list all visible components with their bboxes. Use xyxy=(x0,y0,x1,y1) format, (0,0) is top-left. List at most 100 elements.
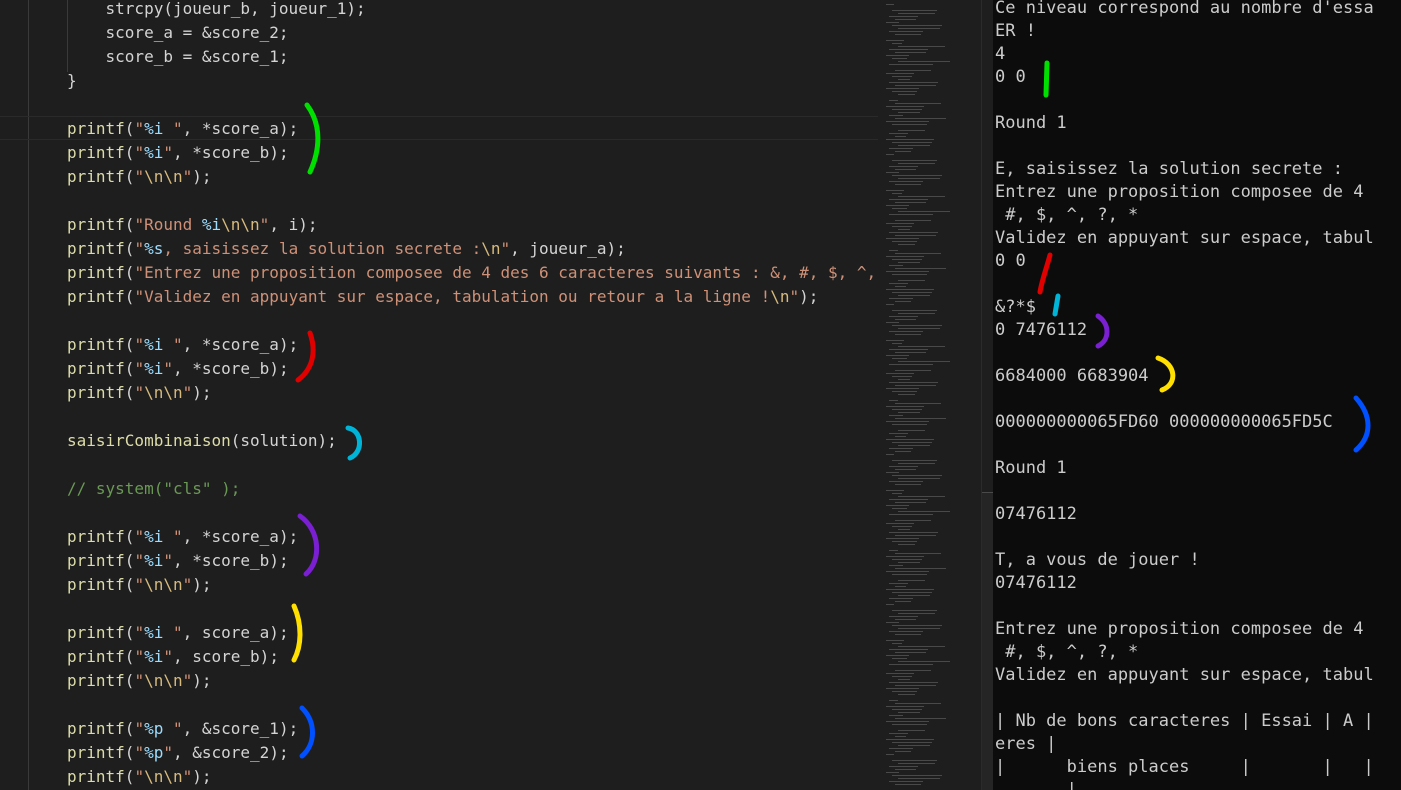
code-line: strcpy(joueur_b, joueur_1); xyxy=(67,0,366,21)
minimap-line xyxy=(895,52,926,53)
minimap-line xyxy=(898,394,915,395)
minimap-line xyxy=(898,361,950,362)
code-token: " xyxy=(134,551,145,570)
minimap-line xyxy=(886,604,894,605)
code-token: printf xyxy=(67,647,125,666)
code-line: printf("%i", score_b); xyxy=(67,645,279,669)
code-line: } xyxy=(67,69,77,93)
minimap-line xyxy=(895,103,941,104)
code-token: %p xyxy=(144,743,164,762)
minimap-line xyxy=(895,418,946,419)
code-token: ); xyxy=(192,575,212,594)
minimap-line xyxy=(892,175,942,176)
code-token: printf xyxy=(67,335,125,354)
minimap-line xyxy=(886,505,909,506)
minimap-line xyxy=(898,529,910,530)
minimap-line xyxy=(886,223,914,224)
code-token: printf xyxy=(67,575,125,594)
code-token: %p xyxy=(144,719,164,738)
code-token: strcpy(joueur_b, joueur_1); xyxy=(105,0,366,18)
minimap-line xyxy=(889,565,903,566)
terminal-line: Validez en appuyant sur espace, tabul xyxy=(995,665,1374,685)
minimap-line xyxy=(886,4,894,5)
code-line: score_a = &score_2; xyxy=(67,21,289,45)
minimap-line xyxy=(892,475,942,476)
terminal-line: 4 xyxy=(995,44,1006,64)
code-token: \n\n xyxy=(144,767,183,786)
code-line: printf("%i ", score_a); xyxy=(67,621,289,645)
minimap-line xyxy=(898,244,915,245)
minimap-line xyxy=(886,739,934,740)
code-token: ( xyxy=(124,623,135,642)
code-line: printf("\n\n"); xyxy=(67,165,212,189)
minimap-line xyxy=(895,685,936,686)
minimap-line xyxy=(889,598,913,599)
terminal-line: #, $, ^, ?, * xyxy=(995,205,1139,225)
minimap-line xyxy=(898,763,935,764)
code-token: "Validez en appuyant sur espace, tabulat… xyxy=(134,287,771,306)
minimap[interactable] xyxy=(878,0,981,790)
minimap-line xyxy=(889,349,928,350)
terminal-line: 07476112 xyxy=(995,573,1077,593)
code-token: \n\n xyxy=(144,167,183,186)
code-token: " xyxy=(134,743,145,762)
code-token: \n\n xyxy=(144,671,183,690)
code-token: ( xyxy=(124,551,135,570)
code-token: " xyxy=(163,335,183,354)
minimap-line xyxy=(892,76,912,77)
minimap-line xyxy=(898,328,940,329)
minimap-line xyxy=(895,169,916,170)
code-token: printf xyxy=(67,551,125,570)
code-token: ); xyxy=(192,671,212,690)
terminal-line: ER ! xyxy=(995,21,1036,41)
minimap-line xyxy=(892,358,907,359)
minimap-line xyxy=(889,298,913,299)
code-token: printf xyxy=(67,671,125,690)
minimap-line xyxy=(886,40,904,41)
minimap-line xyxy=(886,154,894,155)
minimap-line xyxy=(898,478,940,479)
code-token: printf xyxy=(67,359,125,378)
minimap-line xyxy=(895,619,916,620)
code-line: saisirCombinaison(solution); xyxy=(67,429,337,453)
code-token: " xyxy=(163,359,173,378)
minimap-line xyxy=(895,235,936,236)
code-token: ( xyxy=(124,143,135,162)
terminal-line: 0 7476112 xyxy=(995,320,1088,340)
minimap-line xyxy=(889,364,933,365)
code-line: printf("Validez en appuyant sur espace, … xyxy=(67,285,818,309)
code-token: score_a = &score_2; xyxy=(105,23,289,42)
code-token: "Round xyxy=(134,215,202,234)
minimap-line xyxy=(886,106,924,107)
minimap-line xyxy=(895,784,921,785)
minimap-line xyxy=(892,259,922,260)
code-token: saisirCombinaison xyxy=(67,431,231,450)
terminal-line: | xyxy=(995,780,1077,790)
code-token: ( xyxy=(124,575,135,594)
minimap-line xyxy=(898,112,920,113)
minimap-line xyxy=(889,115,903,116)
minimap-line xyxy=(898,430,925,431)
minimap-line xyxy=(892,625,942,626)
code-line: printf("%i ", *score_a); xyxy=(67,117,298,141)
code-token: ( xyxy=(124,647,135,666)
minimap-line xyxy=(889,400,898,401)
minimap-line xyxy=(898,778,940,779)
minimap-line xyxy=(895,385,936,386)
minimap-line xyxy=(889,283,908,284)
code-token: ( xyxy=(124,743,135,762)
minimap-line xyxy=(889,499,928,500)
minimap-line xyxy=(898,646,945,647)
minimap-line xyxy=(895,202,926,203)
code-editor[interactable]: strcpy(joueur_b, joueur_1); score_a = &s… xyxy=(0,0,878,790)
minimap-line xyxy=(892,493,902,494)
minimap-line xyxy=(898,694,915,695)
minimap-line xyxy=(889,133,908,134)
minimap-line xyxy=(886,490,904,491)
code-token: , score_b); xyxy=(172,647,279,666)
minimap-line xyxy=(889,265,903,266)
minimap-line xyxy=(898,661,950,662)
minimap-line xyxy=(889,181,923,182)
code-token: %i xyxy=(144,359,164,378)
code-token: printf xyxy=(67,215,125,234)
